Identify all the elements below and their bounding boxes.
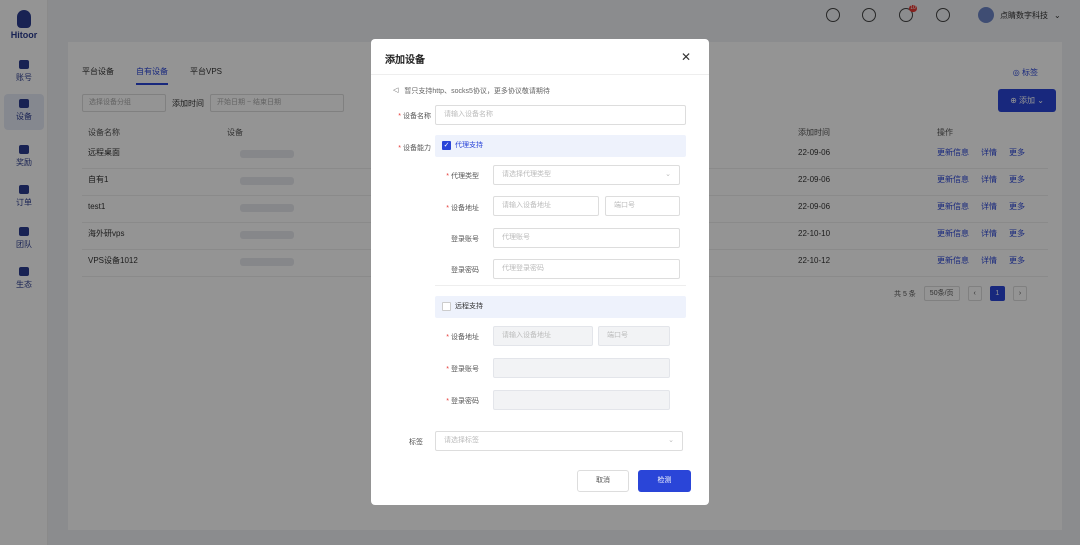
- proxy-address-label: * 设备地址: [446, 205, 479, 212]
- chevron-down-icon: ⌄: [668, 437, 674, 444]
- remote-port-input[interactable]: 端口号: [598, 326, 670, 346]
- proxy-support-label: 代理支持: [455, 142, 483, 149]
- remote-password-input[interactable]: [493, 390, 670, 410]
- detect-button[interactable]: 检测: [638, 470, 691, 492]
- speaker-icon: ◁: [393, 87, 399, 94]
- modal-title: 添加设备: [385, 55, 425, 66]
- remote-password-label: * 登录密码: [446, 398, 479, 405]
- proxy-password-label: 登录密码: [451, 267, 479, 274]
- protocol-notice: ◁ 暂只支持http、socks5协议，更多协议敬请期待: [393, 87, 550, 95]
- proxy-password-input[interactable]: 代理登录密码: [493, 259, 680, 279]
- proxy-account-input[interactable]: 代理账号: [493, 228, 680, 248]
- proxy-type-select[interactable]: 请选择代理类型 ⌄: [493, 165, 680, 185]
- remote-support-section: 远程支持: [435, 296, 686, 318]
- remote-support-label: 远程支持: [455, 303, 483, 310]
- proxy-port-input[interactable]: 端口号: [605, 196, 680, 216]
- add-device-modal: 添加设备 ✕ ◁ 暂只支持http、socks5协议，更多协议敬请期待 * 设备名…: [371, 39, 709, 505]
- proxy-address-input[interactable]: 请输入设备地址: [493, 196, 599, 216]
- proxy-support-section: ✓ 代理支持: [435, 135, 686, 157]
- remote-address-label: * 设备地址: [446, 334, 479, 341]
- device-name-input[interactable]: 请输入设备名称: [435, 105, 686, 125]
- remote-address-input[interactable]: 请输入设备地址: [493, 326, 593, 346]
- close-icon[interactable]: ✕: [681, 50, 691, 64]
- proxy-type-label: * 代理类型: [446, 173, 479, 180]
- tag-label: 标签: [409, 439, 423, 446]
- proxy-account-label: 登录账号: [451, 236, 479, 243]
- divider: [371, 74, 709, 75]
- chevron-down-icon: ⌄: [665, 171, 671, 178]
- capability-label: * 设备能力: [398, 145, 431, 152]
- remote-account-label: * 登录账号: [446, 366, 479, 373]
- divider: [435, 285, 686, 286]
- remote-support-checkbox[interactable]: [442, 302, 451, 311]
- device-name-label: * 设备名称: [398, 113, 431, 120]
- tag-select[interactable]: 请选择标签 ⌄: [435, 431, 683, 451]
- cancel-button[interactable]: 取消: [577, 470, 629, 492]
- proxy-support-checkbox[interactable]: ✓: [442, 141, 451, 150]
- remote-account-input[interactable]: [493, 358, 670, 378]
